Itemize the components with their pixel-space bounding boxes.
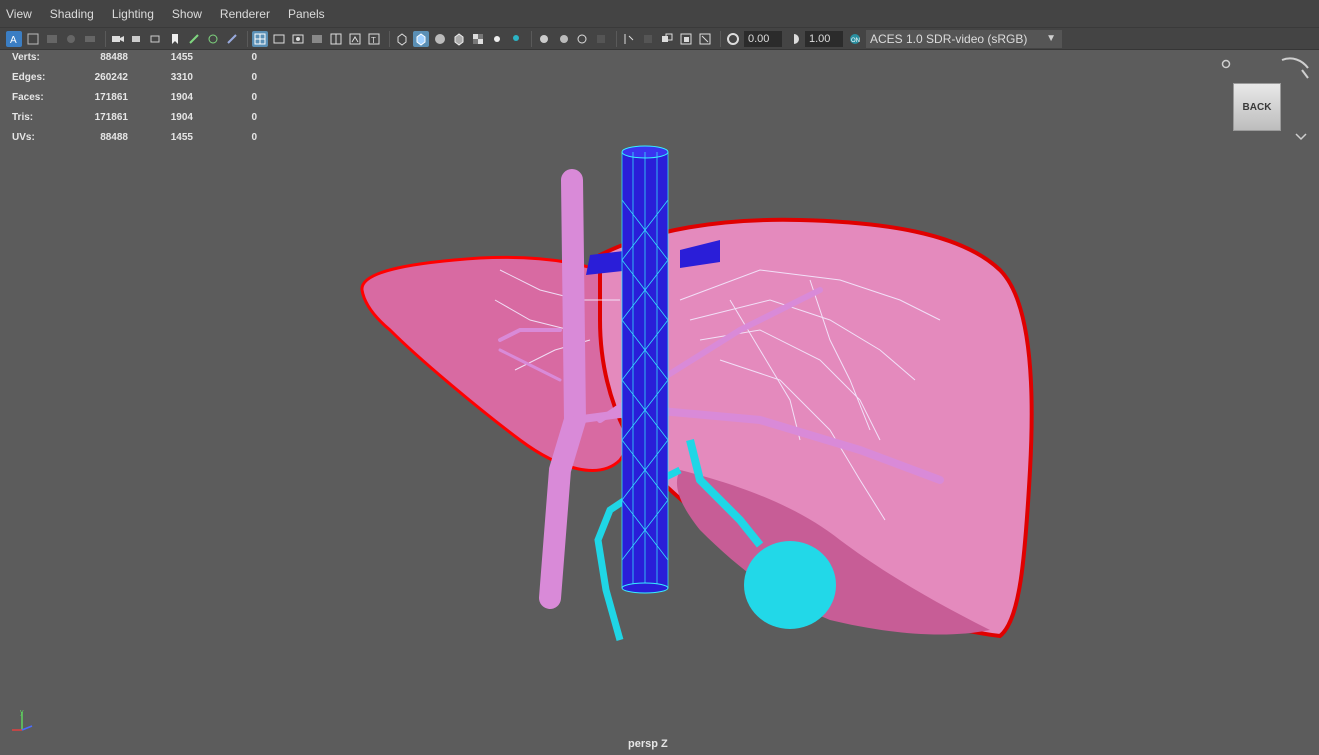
resize-view-icon[interactable] <box>697 31 713 47</box>
panel-menu-bar: View Shading Lighting Show Renderer Pane… <box>0 0 1319 28</box>
toolbar-divider <box>616 30 617 47</box>
field-chart-icon[interactable] <box>328 31 344 47</box>
panel-toolbar: A T 0.00 1.00 ON ACES 1.0 SDR-video (sRG… <box>0 28 1319 50</box>
menu-view[interactable]: View <box>6 7 32 21</box>
hud-row-edges: Edges: 260242 3310 0 <box>12 72 257 92</box>
shadows-icon[interactable] <box>508 31 524 47</box>
gamma-icon[interactable] <box>786 31 802 47</box>
hud-value: 88488 <box>100 52 128 63</box>
motion-blur-icon[interactable] <box>555 31 571 47</box>
select-camera-icon[interactable]: A <box>6 30 22 47</box>
anti-aliasing-icon[interactable] <box>574 31 590 47</box>
menu-panels[interactable]: Panels <box>288 7 325 21</box>
hud-value: 1455 <box>170 132 193 143</box>
hud-value: 88488 <box>100 132 128 143</box>
hud-value: 1904 <box>170 112 193 123</box>
toolbar-divider <box>531 30 532 47</box>
isolate-select-icon[interactable] <box>621 31 637 47</box>
smooth-shading-icon[interactable] <box>413 30 429 47</box>
camera-bookmark-icon[interactable] <box>129 31 145 47</box>
camera-attributes-icon[interactable] <box>110 31 126 47</box>
hud-row-tris: Tris: 171861 1904 0 <box>12 112 257 132</box>
film-gate-icon[interactable] <box>82 31 98 47</box>
xray-icon[interactable] <box>640 31 656 47</box>
hud-label: Faces: <box>12 92 44 103</box>
hud-row-faces: Faces: 171861 1904 0 <box>12 92 257 112</box>
hud-label: Tris: <box>12 112 34 123</box>
image-plane-icon[interactable] <box>63 31 79 47</box>
menu-show[interactable]: Show <box>172 7 202 21</box>
axis-indicator: y <box>12 709 33 731</box>
gamma-field[interactable]: 1.00 <box>805 30 843 47</box>
menu-renderer[interactable]: Renderer <box>220 7 270 21</box>
viewcube-face[interactable]: BACK <box>1233 83 1281 131</box>
z-axis-icon <box>21 725 33 731</box>
exposure-field[interactable]: 0.00 <box>744 30 782 47</box>
menu-shading[interactable]: Shading <box>50 7 94 21</box>
svg-text:A: A <box>10 35 17 46</box>
xray-joints-icon[interactable] <box>659 31 675 47</box>
screen-space-ao-icon[interactable] <box>536 31 552 47</box>
textured-icon[interactable] <box>470 31 486 47</box>
resolution-gate-icon[interactable] <box>290 31 306 47</box>
camera-name-label: persp Z <box>628 738 668 750</box>
gate-mask-icon[interactable] <box>309 31 325 47</box>
toolbar-divider <box>105 30 106 47</box>
rotate-arrow-icon[interactable] <box>1301 69 1309 79</box>
grease-pencil-icon[interactable] <box>186 31 202 47</box>
hud-value: 171861 <box>94 92 128 103</box>
exposure-icon[interactable] <box>725 31 741 47</box>
rotate-arrow-icon[interactable] <box>1281 57 1309 69</box>
chevron-down-icon[interactable] <box>1295 133 1307 141</box>
hud-value: 1904 <box>170 92 193 103</box>
home-icon[interactable] <box>1221 59 1231 69</box>
frame-all-icon[interactable] <box>25 31 41 47</box>
menu-lighting[interactable]: Lighting <box>112 7 154 21</box>
hud-value: 0 <box>251 132 257 143</box>
svg-text:ON: ON <box>851 38 860 44</box>
use-all-lights-icon[interactable] <box>489 31 505 47</box>
hud-value: 3310 <box>170 72 193 83</box>
bookmark-icon[interactable] <box>44 31 60 47</box>
snap-icon[interactable] <box>205 31 221 47</box>
hud-value: 0 <box>251 112 257 123</box>
toolbar-divider <box>720 30 721 47</box>
wireframe-shading-icon[interactable] <box>394 31 410 47</box>
hud-row-uvs: UVs: 88488 1455 0 <box>12 132 257 152</box>
hud-value: 0 <box>251 52 257 63</box>
hud-value: 0 <box>251 72 257 83</box>
hud-label: UVs: <box>12 132 35 143</box>
toolbar-divider <box>247 30 248 47</box>
depth-of-field-icon[interactable] <box>593 31 609 47</box>
y-axis-label: y <box>20 709 24 716</box>
chevron-down-icon: ▼ <box>1046 32 1056 44</box>
camera-sequence-icon[interactable] <box>148 31 164 47</box>
hud-label: Verts: <box>12 52 40 63</box>
hud-row-verts: Verts: 88488 1455 0 <box>12 52 257 72</box>
wireframe-on-shaded-icon[interactable] <box>451 31 467 47</box>
hud-value: 0 <box>251 92 257 103</box>
pencil-icon[interactable] <box>224 31 240 47</box>
default-material-icon[interactable] <box>432 31 448 47</box>
color-management-icon[interactable]: ON <box>847 31 863 47</box>
svg-text:T: T <box>371 36 376 45</box>
film-gate-toggle-icon[interactable] <box>271 31 287 47</box>
heads-up-display-poly-count: Verts: 88488 1455 0 Edges: 260242 3310 0… <box>12 52 257 152</box>
xray-components-icon[interactable] <box>678 31 694 47</box>
safe-title-icon[interactable]: T <box>366 31 382 47</box>
hud-value: 171861 <box>94 112 128 123</box>
toolbar-divider <box>389 30 390 47</box>
bookmark-flag-icon[interactable] <box>167 31 183 47</box>
color-space-dropdown[interactable]: ACES 1.0 SDR-video (sRGB) ▼ <box>866 29 1062 48</box>
color-space-value: ACES 1.0 SDR-video (sRGB) <box>870 31 1028 46</box>
hud-label: Edges: <box>12 72 46 83</box>
hud-value: 1455 <box>170 52 193 63</box>
hud-value: 260242 <box>94 72 128 83</box>
safe-action-icon[interactable] <box>347 31 363 47</box>
grid-icon[interactable] <box>252 30 268 47</box>
